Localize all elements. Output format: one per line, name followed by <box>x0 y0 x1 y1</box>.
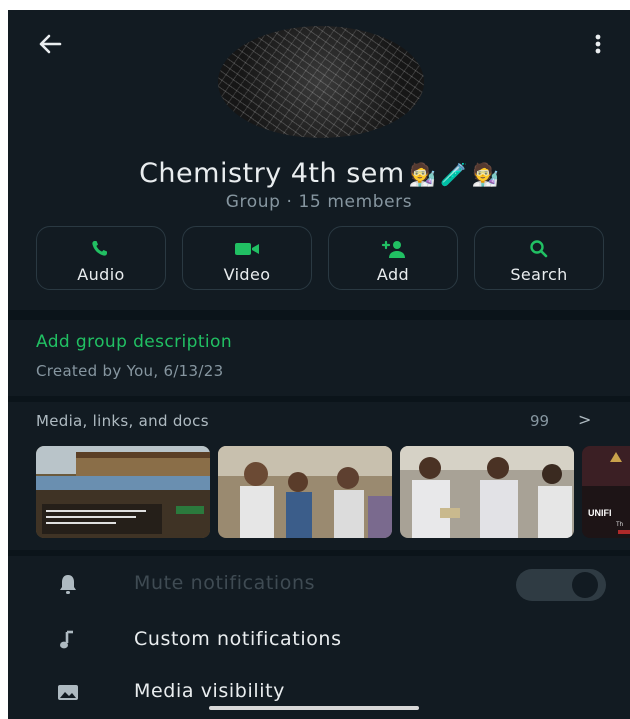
media-count[interactable]: 99 <box>530 412 549 430</box>
media-title[interactable]: Media, links, and docs <box>36 412 209 430</box>
media-thumbnail[interactable]: UNIFI Th <box>582 446 630 538</box>
media-section: Media, links, and docs 99 > UNIFI Th <box>8 402 630 550</box>
group-name: Chemistry 4th sem <box>139 158 405 189</box>
music-note-icon <box>60 630 73 649</box>
test-tube-emoji: 🧪 <box>440 163 468 188</box>
video-label: Video <box>223 265 271 284</box>
group-info-screen: Chemistry 4th sem 🧑‍🔬 🧪 🧑‍🔬 Group · 15 memb… <box>8 10 630 719</box>
group-header: Chemistry 4th sem 🧑‍🔬 🧪 🧑‍🔬 Group · 15 memb… <box>8 10 630 310</box>
more-options-button[interactable] <box>586 28 610 60</box>
media-visibility-label: Media visibility <box>134 680 285 702</box>
banner-photo: UNIFI Th <box>582 446 630 538</box>
bell-icon <box>60 575 76 594</box>
description-section: Add group description Created by You, 6/… <box>8 320 630 396</box>
custom-notifications-row[interactable]: Custom notifications <box>8 614 630 666</box>
mute-toggle[interactable] <box>516 569 606 601</box>
add-member-button[interactable]: Add <box>328 226 458 290</box>
media-thumbnail[interactable] <box>36 446 210 538</box>
campus-photo <box>36 446 210 538</box>
chevron-right-icon[interactable]: > <box>578 410 591 429</box>
mute-notifications-row[interactable]: Mute notifications <box>8 558 630 610</box>
scientist-emoji: 🧑‍🔬 <box>471 163 499 188</box>
media-thumbnail[interactable] <box>218 446 392 538</box>
media-thumbnail[interactable] <box>400 446 574 538</box>
media-visibility-row[interactable]: Media visibility <box>8 666 630 718</box>
audio-label: Audio <box>77 265 125 284</box>
video-call-button[interactable]: Video <box>182 226 312 290</box>
toggle-knob <box>572 572 598 598</box>
created-info: Created by You, 6/13/23 <box>36 362 224 380</box>
search-label: Search <box>510 265 568 284</box>
group-avatar[interactable] <box>218 26 424 138</box>
arrow-left-icon <box>39 34 62 54</box>
more-vertical-icon <box>595 34 601 54</box>
settings-list: Mute notifications Custom notifications … <box>8 556 630 719</box>
audio-call-button[interactable]: Audio <box>36 226 166 290</box>
add-person-icon <box>381 240 405 258</box>
home-indicator[interactable] <box>209 706 419 710</box>
students-photo <box>400 446 574 538</box>
group-name-row: Chemistry 4th sem 🧑‍🔬 🧪 🧑‍🔬 <box>8 158 630 189</box>
search-button[interactable]: Search <box>474 226 604 290</box>
video-camera-icon <box>235 243 259 255</box>
mute-notifications-label: Mute notifications <box>134 572 316 594</box>
phone-icon <box>92 241 107 256</box>
add-label: Add <box>376 265 410 284</box>
add-description-link[interactable]: Add group description <box>36 332 232 352</box>
search-icon <box>530 240 548 258</box>
scientist-emoji: 🧑‍🔬 <box>408 163 437 188</box>
banner-text: UNIFI <box>588 508 612 518</box>
section-divider <box>8 310 630 320</box>
image-icon <box>58 685 78 700</box>
back-button[interactable] <box>34 28 66 60</box>
custom-notifications-label: Custom notifications <box>134 628 342 650</box>
group-subtitle: Group · 15 members <box>225 192 413 212</box>
lab-photo <box>218 446 392 538</box>
banner-subtext: Th <box>616 522 623 528</box>
